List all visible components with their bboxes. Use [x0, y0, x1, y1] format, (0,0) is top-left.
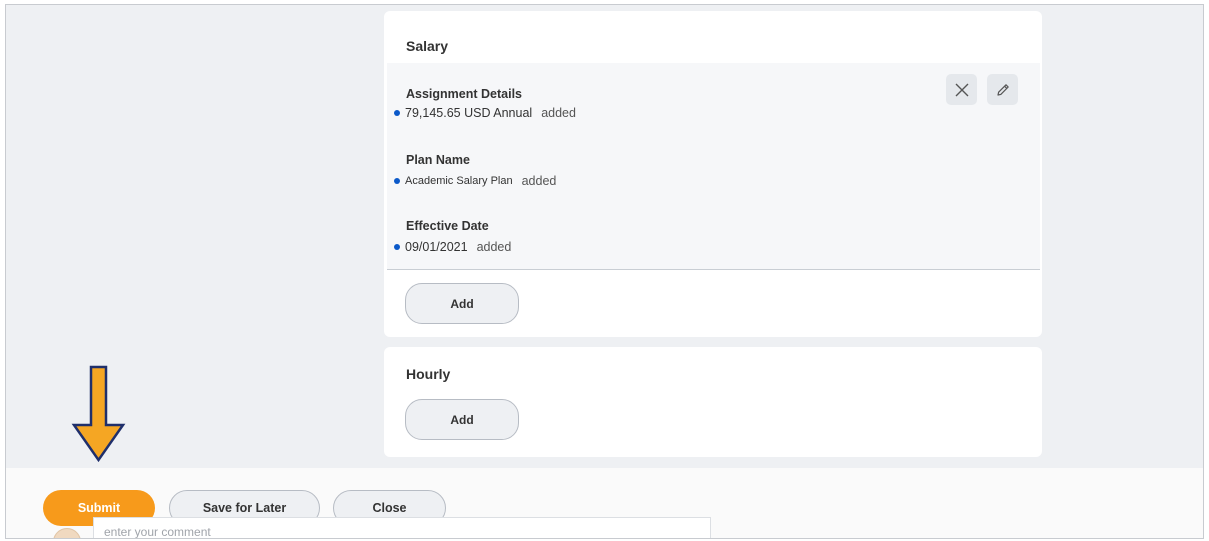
close-icon — [955, 83, 968, 96]
comment-input[interactable]: enter your comment — [93, 517, 711, 538]
hourly-title: Hourly — [406, 366, 451, 382]
salary-add-button[interactable]: Add — [405, 283, 519, 324]
assignment-details-label: Assignment Details — [406, 87, 523, 101]
salary-card: Salary Assignment Details 79,145.65 USD … — [384, 11, 1042, 337]
pencil-icon — [996, 83, 1009, 96]
avatar — [53, 528, 81, 538]
plan-name-value: Academic Salary Plan — [405, 175, 513, 187]
added-dot-icon — [394, 178, 400, 184]
plan-name-row: Academic Salary Plan added — [394, 174, 556, 188]
added-dot-icon — [394, 110, 400, 116]
hourly-add-button[interactable]: Add — [405, 399, 519, 440]
added-dot-icon — [394, 244, 400, 250]
salary-title: Salary — [406, 38, 449, 54]
effective-date-status: added — [476, 240, 512, 254]
salary-detail-panel: Assignment Details 79,145.65 USD Annual … — [387, 63, 1040, 270]
remove-button[interactable] — [946, 74, 977, 105]
assignment-details-value: 79,145.65 USD Annual — [405, 106, 533, 120]
hourly-card: Hourly Add — [384, 347, 1042, 457]
edit-button[interactable] — [987, 74, 1018, 105]
effective-date-value: 09/01/2021 — [405, 240, 468, 254]
arrow-down-icon — [71, 365, 126, 463]
page-frame: Salary Assignment Details 79,145.65 USD … — [5, 4, 1204, 539]
plan-name-label: Plan Name — [406, 153, 470, 167]
plan-name-status: added — [521, 174, 557, 188]
action-footer: Submit Save for Later Close enter your c… — [6, 468, 1203, 538]
assignment-details-status: added — [541, 106, 576, 120]
assignment-details-row: 79,145.65 USD Annual added — [394, 106, 576, 120]
effective-date-row: 09/01/2021 added — [394, 240, 511, 254]
effective-date-label: Effective Date — [406, 219, 489, 233]
